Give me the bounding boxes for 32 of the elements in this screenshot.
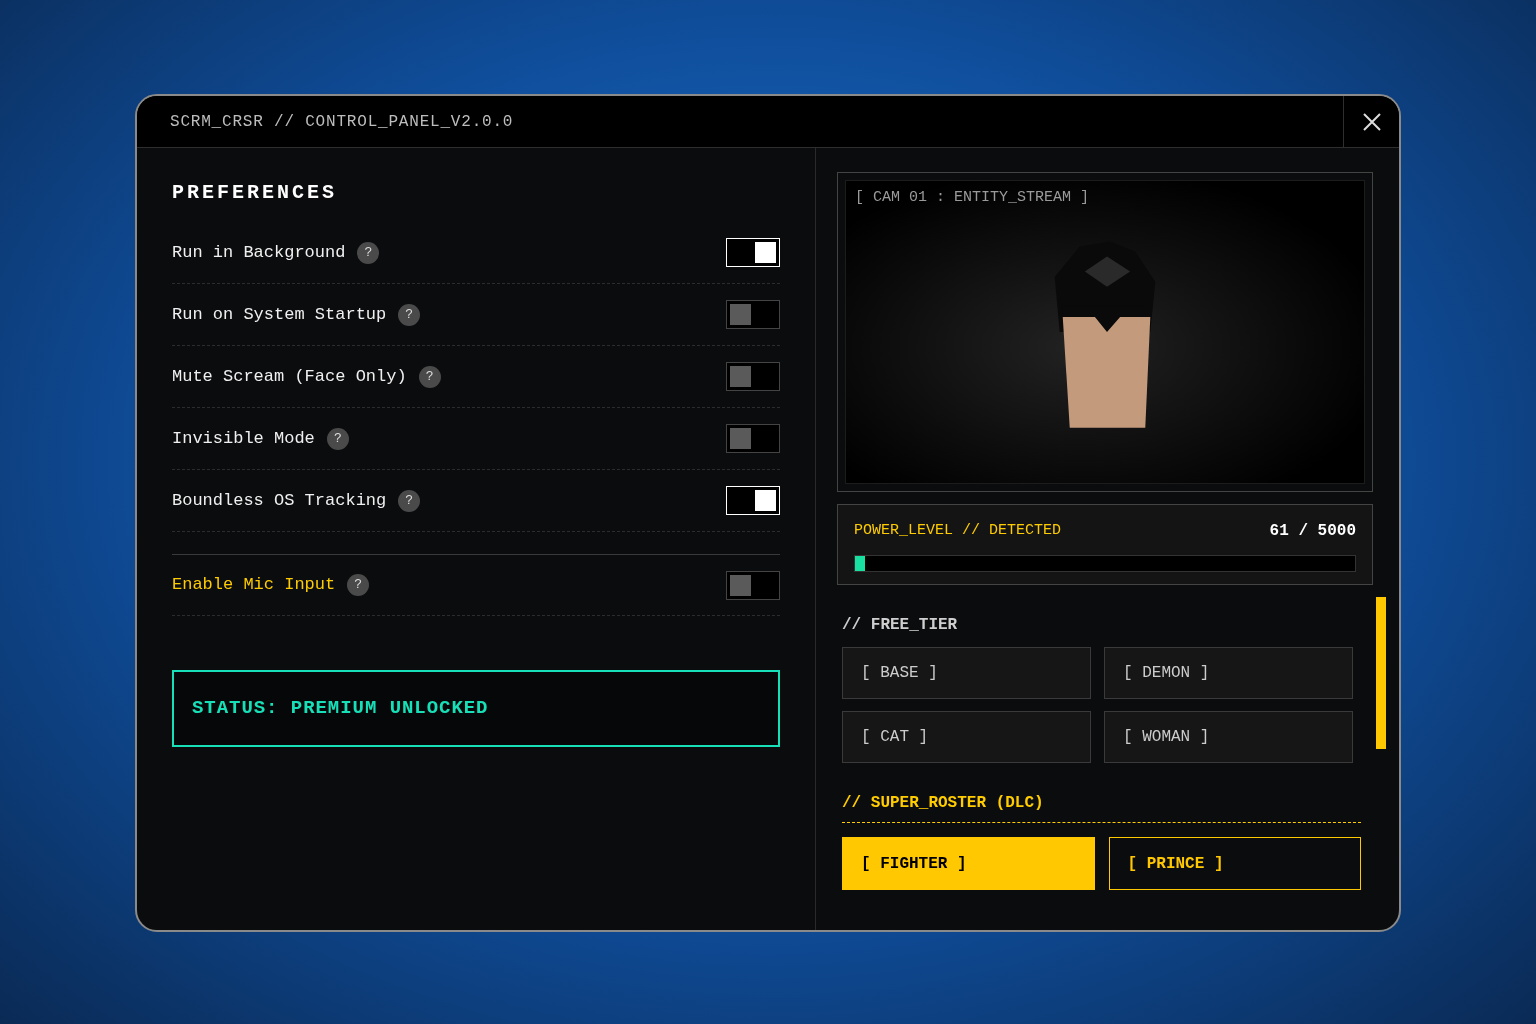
help-icon[interactable]: ? <box>357 241 380 264</box>
help-icon[interactable]: ? <box>418 365 441 388</box>
character-button[interactable]: [ FIGHTER ] <box>842 837 1095 890</box>
toggle-switch[interactable] <box>726 424 780 453</box>
help-icon[interactable]: ? <box>326 427 349 450</box>
setting-label: Invisible Mode <box>172 427 315 450</box>
character-button[interactable]: [ BASE ] <box>842 647 1091 699</box>
toggle-switch[interactable] <box>726 570 780 600</box>
toggle-switch[interactable] <box>726 362 780 391</box>
window-title: SCRM_CRSR // CONTROL_PANEL_V2.0.0 <box>169 111 514 133</box>
power-level-label: POWER_LEVEL // DETECTED <box>854 520 1062 541</box>
setting-label: Mute Scream (Face Only) <box>172 365 407 388</box>
section-heading: // FREE_TIER <box>842 615 959 636</box>
setting-label: Run in Background <box>172 241 346 264</box>
help-icon[interactable]: ? <box>398 303 421 326</box>
power-level-reading: 61 / 5000 <box>1269 521 1356 542</box>
section-heading: // SUPER_ROSTER (DLC) <box>842 791 1361 823</box>
help-icon[interactable]: ? <box>398 489 421 512</box>
setting-label: Boundless OS Tracking <box>172 489 387 512</box>
toggle-switch[interactable] <box>726 300 780 329</box>
character-button[interactable]: [ WOMAN ] <box>1104 711 1353 763</box>
section-heading: PREFERENCES <box>172 180 339 206</box>
camera-label: [ CAM 01 : ENTITY_STREAM ] <box>855 188 1090 208</box>
character-button[interactable]: [ CAT ] <box>842 711 1091 763</box>
close-icon <box>1362 112 1381 131</box>
status-banner: STATUS: PREMIUM UNLOCKED <box>172 670 780 747</box>
help-icon[interactable]: ? <box>347 574 370 596</box>
setting-label: Run on System Startup <box>172 303 387 326</box>
character-button[interactable]: [ PRINCE ] <box>1108 837 1361 890</box>
setting-label: Enable Mic Input <box>172 574 336 597</box>
character-button[interactable]: [ DEMON ] <box>1104 647 1353 699</box>
scrollbar-thumb[interactable] <box>1376 597 1386 749</box>
